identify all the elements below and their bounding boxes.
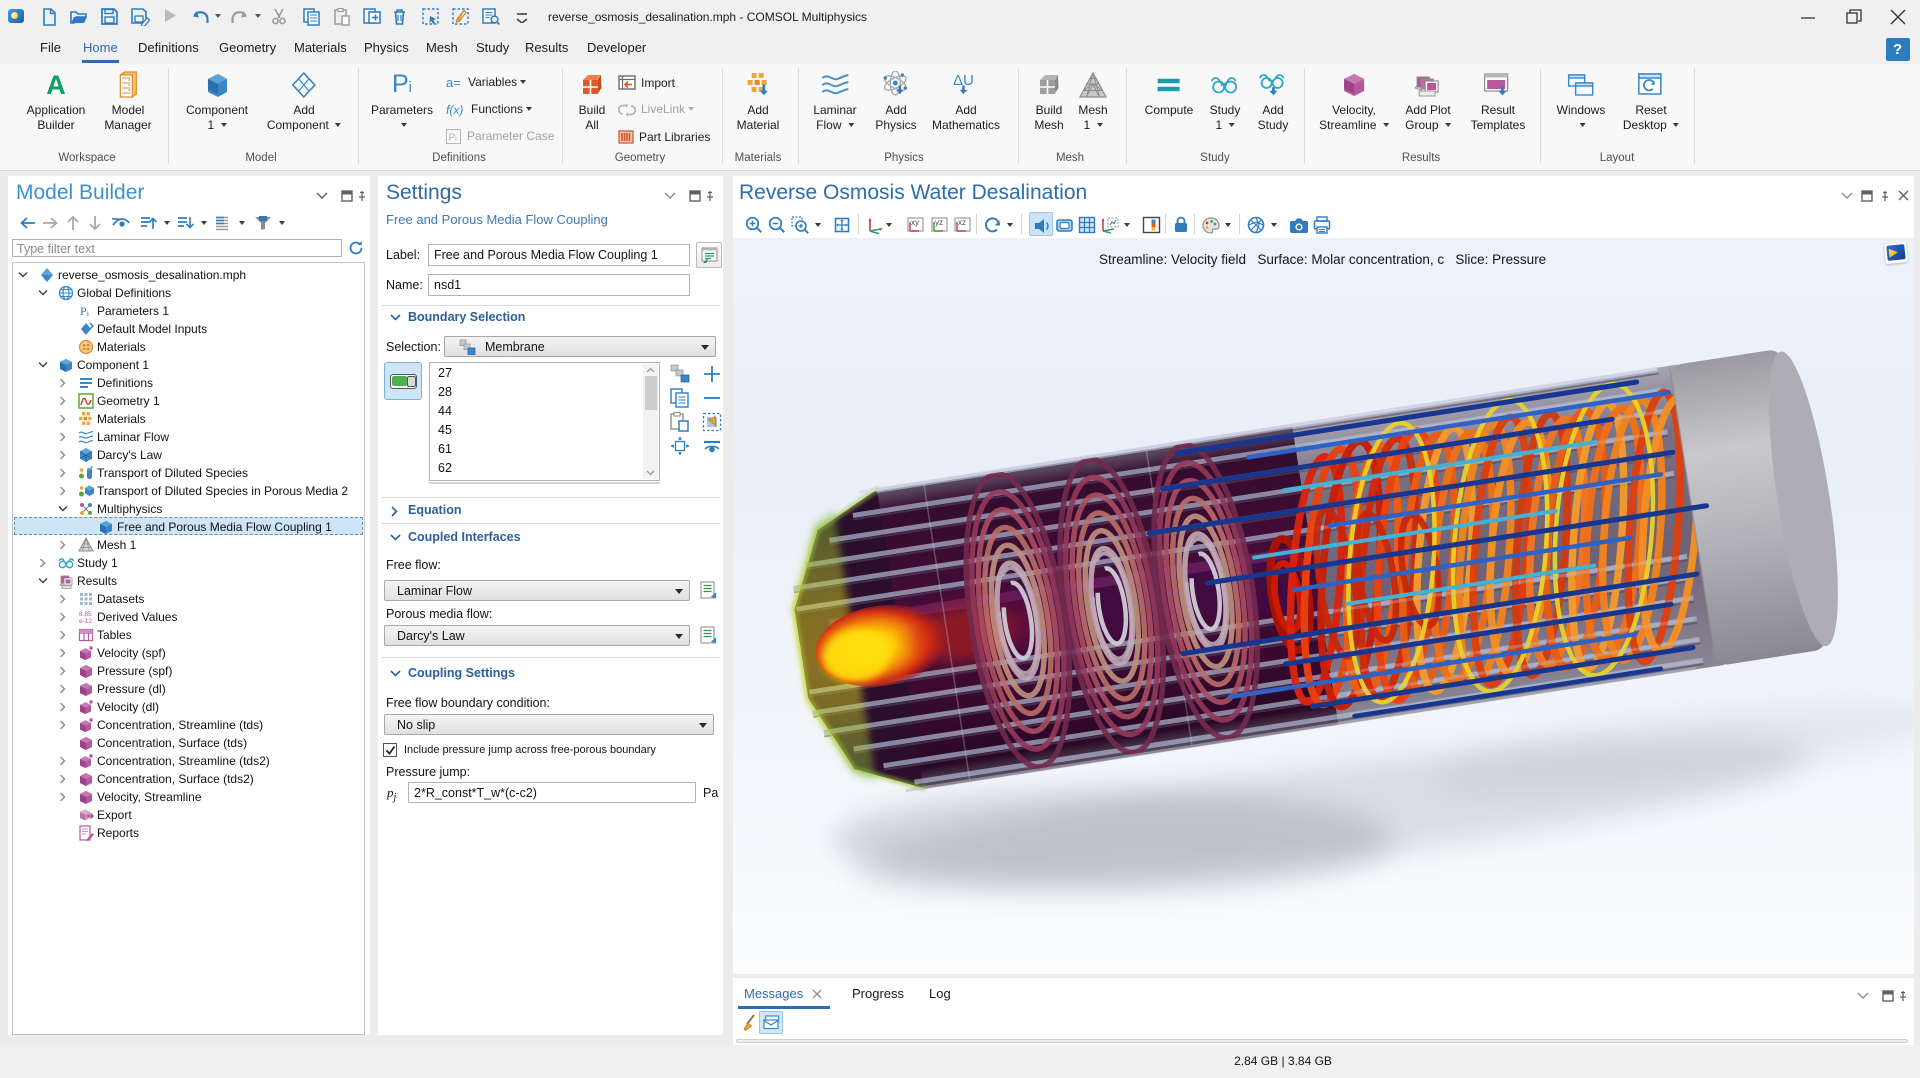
svg-text:xy: xy: [911, 218, 919, 227]
svg-text:yz: yz: [935, 218, 943, 227]
svg-text:8.85: 8.85: [79, 611, 92, 618]
svg-text:Pi: Pi: [449, 133, 458, 144]
svg-text:e-12: e-12: [79, 618, 92, 625]
svg-text:a=: a=: [446, 75, 461, 90]
svg-text:Pi: Pi: [80, 304, 90, 318]
svg-text:xz: xz: [958, 218, 966, 227]
svg-text:f(x): f(x): [446, 103, 463, 117]
